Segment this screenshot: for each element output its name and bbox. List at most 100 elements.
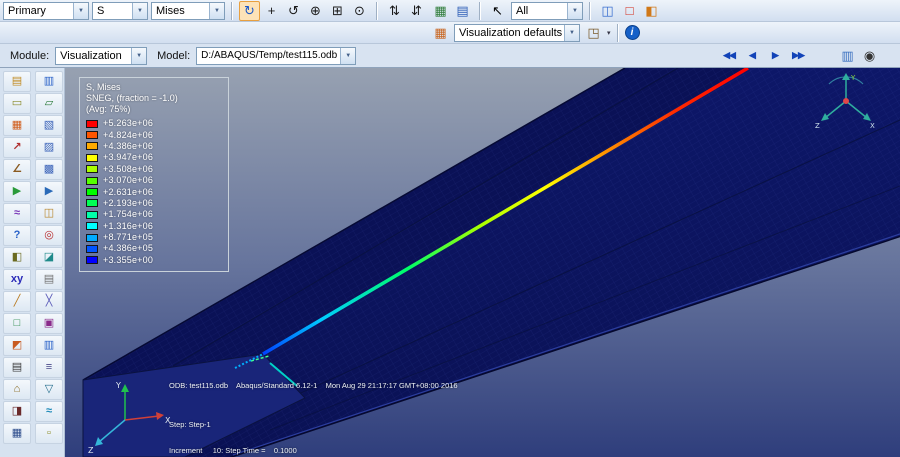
legend-entry: +4.386e+06 [86,141,222,152]
rotate-view-button[interactable]: ↺ [283,1,304,21]
record-animation-button[interactable]: ◉ [859,46,880,66]
legend-entry: +2.631e+06 [86,186,222,197]
zoom-in-button[interactable]: ⊕ [305,1,326,21]
dropdown-arrow-icon[interactable]: ▼ [132,2,147,19]
material-orientation-button[interactable]: ∠ [3,159,31,180]
next-frame-button[interactable]: ▶ [764,47,786,65]
info-button[interactable]: i [624,25,640,40]
compass-origin-dot [843,98,849,104]
visualization-toolbox: ▤ ▥ ▭ ▱ ▦ ▧ ↗ ▨ ∠ ▩ ▶ ▶ ≈ ◫ ? ◎ ◧ ◪ xy ▤… [0,68,65,457]
viewport[interactable]: Y X Z Y X Z S, Mises SNEG, (fraction = -… [65,68,900,457]
view-cut-manager-button[interactable]: ◪ [35,247,63,268]
last-frame-button[interactable]: ▶▶ [787,47,809,65]
field-output-invariant-value: Mises [156,4,185,17]
previous-frame-button[interactable]: ◀ [741,47,763,65]
dropdown-arrow-icon[interactable]: ▼ [209,2,224,19]
animate-scale-factor-button[interactable]: ▶ [3,181,31,202]
animation-options-button[interactable]: ▥ [837,46,858,66]
sort-descending-button[interactable]: ⇵ [406,1,427,21]
animation-options-button[interactable]: ◫ [35,203,63,224]
frame-selector-button[interactable]: ▥ [35,71,63,92]
display-group-manager-button[interactable]: ▣ [35,313,63,334]
legend-color-chip [86,256,98,265]
toolbox-glyph-icon: ≡ [45,361,53,373]
symbol-options-button[interactable]: ▨ [35,137,63,158]
dropdown-arrow-icon[interactable]: ▼ [340,47,356,64]
triad-y-label: Y [115,381,121,390]
sync-view-button[interactable]: ↻ [239,0,260,21]
first-frame-button[interactable]: ◀◀ [718,47,740,65]
toolbox-glyph-icon: ◪ [43,251,55,263]
view-grid-button[interactable]: ▤ [452,1,473,21]
frame-playback-group: ◀◀ ◀ ▶ ▶▶ [718,47,809,65]
color-code-button[interactable]: ◩ [3,335,31,356]
dropdown-arrow-icon[interactable]: ▼ [567,2,582,19]
section-cut-button[interactable]: ◨ [3,401,31,422]
plot-symbols-button[interactable]: ↗ [3,137,31,158]
toolbox-glyph-icon: ▽ [44,383,54,395]
legend-title: S, Mises [86,82,121,92]
legend-options-button[interactable]: ▥ [35,335,63,356]
model-combo[interactable]: D:/ABAQUS/Temp/test115.odb ▼ [196,46,357,65]
capture-view-button[interactable]: ◧ [641,1,662,21]
pick-cursor-button[interactable]: ↖ [487,1,508,21]
dropdown-arrow-icon[interactable]: ▼ [73,2,88,19]
dropdown-arrow-icon[interactable]: ▼ [564,24,579,41]
plot-deformed-button[interactable]: ▱ [35,93,63,114]
legend-entry-value: +4.824e+06 [103,129,154,140]
plot-contours-button[interactable]: ▦ [3,115,31,136]
tool-glyph-icon: ▤ [456,3,469,18]
free-body-cut-button[interactable]: ◧ [3,247,31,268]
compass-y-label: Y [850,74,856,82]
orientation-options-button[interactable]: ▩ [35,159,63,180]
selection-filter-button[interactable]: ▽ [35,379,63,400]
field-output-invariant-combo[interactable]: Mises ▼ [151,1,225,20]
contour-options-button[interactable]: ▧ [35,115,63,136]
module-combo[interactable]: Visualization ▼ [55,46,148,65]
frame-arrow-icon: ▶ [772,50,779,60]
create-display-group-button[interactable]: □ [3,313,31,334]
auto-fit-button[interactable]: ⊙ [349,1,370,21]
toolbox-glyph-icon: ◩ [11,339,23,351]
legend-color-chip [86,233,98,242]
create-xy-data-button[interactable]: xy [3,269,31,290]
viewer-options-button[interactable]: ▦ [3,423,31,444]
tool-glyph-icon: ⊙ [354,3,365,18]
highlight-box-button[interactable]: □ [619,1,640,21]
field-report-button[interactable]: ▤ [3,357,31,378]
plot-state-button[interactable]: ▫ [35,423,63,444]
plot-undeformed-button[interactable]: ▭ [3,93,31,114]
tool-glyph-icon: ◉ [863,48,876,63]
edit-path-button[interactable]: ╳ [35,291,63,312]
defaults-palette-button[interactable]: ▦ [430,23,451,43]
spectrum-manager-button[interactable]: ▤ [3,71,31,92]
sort-ascending-button[interactable]: ⇅ [384,1,405,21]
frame-arrow-icon: ▶▶ [792,50,805,60]
odb-title-annotation: ODB: test115.odb Abaqus/Standard 6.12-1 … [169,381,458,390]
dropdown-arrow-icon[interactable]: ▼ [131,47,147,64]
xy-options-button[interactable]: ▤ [35,269,63,290]
animate-time-history-button[interactable]: ▶ [35,181,63,202]
legend-entry: +3.355e+00 [86,255,222,266]
result-options-button[interactable]: ≡ [35,357,63,378]
probe-values-button[interactable]: ◎ [35,225,63,246]
chevron-down-icon[interactable]: ▾ [607,29,611,37]
legend-color-chip [86,142,98,151]
pan-view-button[interactable]: + [261,1,282,21]
stream-lines-button[interactable]: ≈ [35,401,63,422]
field-output-position-combo[interactable]: Primary ▼ [3,1,89,20]
view-table-button[interactable]: ▦ [430,1,451,21]
animate-harmonic-button[interactable]: ≈ [3,203,31,224]
box-zoom-button[interactable]: ⊞ [327,1,348,21]
create-path-button[interactable]: ╱ [3,291,31,312]
query-information-button[interactable]: ? [3,225,31,246]
plot-state-box-button[interactable]: ◳ [583,23,604,43]
legend-entry: +3.508e+06 [86,164,222,175]
link-viewports-button[interactable]: ◫ [597,1,618,21]
compass-z-label: Z [815,122,820,130]
odb-display-options-button[interactable]: ⌂ [3,379,31,400]
field-output-variable-combo[interactable]: S ▼ [92,1,148,20]
selection-scope-combo[interactable]: All ▼ [511,1,583,20]
legend-color-chip [86,199,98,208]
plot-defaults-combo[interactable]: Visualization defaults ▼ [454,23,580,42]
